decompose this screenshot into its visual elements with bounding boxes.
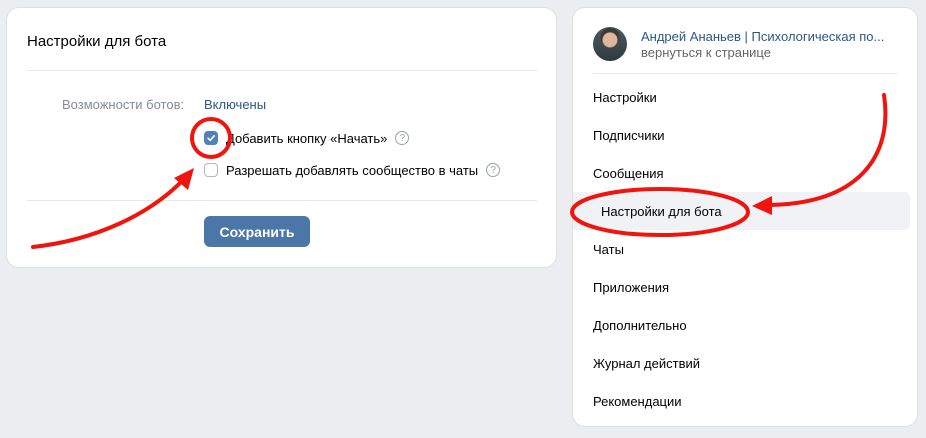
- sidebar-item-subscribers[interactable]: Подписчики: [573, 116, 917, 154]
- sidebar-item-chats[interactable]: Чаты: [573, 230, 917, 268]
- allow-chats-option[interactable]: Разрешать добавлять сообщество в чаты ?: [204, 161, 501, 179]
- sidebar-item-advanced[interactable]: Дополнительно: [573, 306, 917, 344]
- start-button-checkbox[interactable]: [204, 131, 218, 145]
- start-button-option[interactable]: Добавить кнопку «Начать» ?: [204, 129, 410, 147]
- sidebar-item-apps[interactable]: Приложения: [573, 268, 917, 306]
- back-to-page-link[interactable]: вернуться к странице: [641, 45, 911, 60]
- sidebar-item-messages[interactable]: Сообщения: [573, 154, 917, 192]
- community-sidebar: Андрей Ананьев | Психологическая по... в…: [573, 8, 917, 426]
- allow-chats-checkbox[interactable]: [204, 163, 218, 177]
- footer-divider: [27, 200, 537, 201]
- sidebar-menu: Настройки Подписчики Сообщения Настройки…: [573, 78, 917, 420]
- save-button[interactable]: Сохранить: [204, 216, 310, 247]
- sidebar-divider: [593, 73, 897, 74]
- avatar[interactable]: [593, 27, 627, 61]
- sidebar-item-settings[interactable]: Настройки: [573, 78, 917, 116]
- allow-chats-label: Разрешать добавлять сообщество в чаты: [226, 162, 479, 178]
- checkmark-icon: [207, 135, 215, 142]
- bot-capabilities-label: Возможности ботов:: [62, 97, 185, 112]
- sidebar-item-recommendations[interactable]: Рекомендации: [573, 382, 917, 420]
- page-title: Настройки для бота: [27, 33, 167, 50]
- sidebar-item-action-log[interactable]: Журнал действий: [573, 344, 917, 382]
- start-button-label: Добавить кнопку «Начать»: [226, 130, 388, 146]
- community-profile[interactable]: Андрей Ананьев | Психологическая по... в…: [593, 24, 911, 64]
- question-circle-icon[interactable]: ?: [486, 163, 501, 177]
- sidebar-item-bot-settings[interactable]: Настройки для бота: [573, 192, 910, 230]
- community-name-link[interactable]: Андрей Ананьев | Психологическая по...: [641, 29, 911, 44]
- bot-capabilities-dropdown[interactable]: Включены: [204, 97, 266, 112]
- question-circle-icon[interactable]: ?: [395, 131, 410, 145]
- bot-settings-card: Настройки для бота Возможности ботов: Вк…: [7, 8, 556, 267]
- header-divider: [27, 70, 537, 71]
